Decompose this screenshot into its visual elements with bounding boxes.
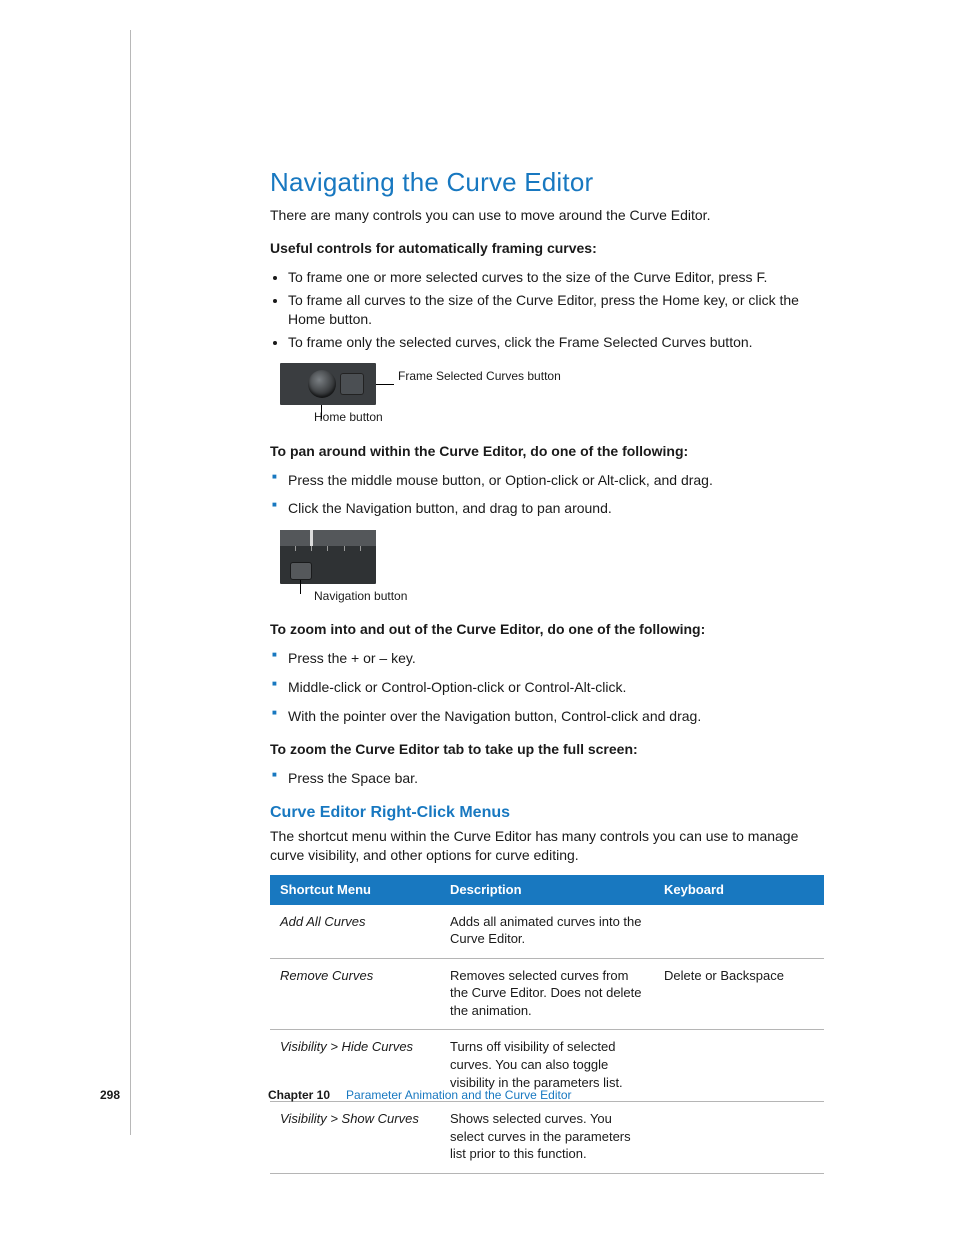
table-row: Visibility > Show Curves Shows selected …: [270, 1102, 824, 1174]
figure2-caption-below: Navigation button: [314, 588, 824, 604]
figure-frame-buttons: Frame Selected Curves button: [280, 363, 824, 405]
fullscreen-item: Press the Space bar.: [270, 769, 824, 788]
th-shortcut: Shortcut Menu: [270, 875, 440, 905]
useful-controls-heading: Useful controls for automatically framin…: [270, 239, 824, 258]
page-footer: 298 Chapter 10 Parameter Animation and t…: [100, 1087, 824, 1103]
useful-item: To frame only the selected curves, click…: [288, 333, 824, 352]
figure-navigation-button: [280, 530, 824, 584]
useful-item: To frame all curves to the size of the C…: [288, 291, 824, 329]
figure-caption-right: Frame Selected Curves button: [398, 363, 561, 383]
fullscreen-heading: To zoom the Curve Editor tab to take up …: [270, 740, 824, 759]
table-row: Add All Curves Adds all animated curves …: [270, 905, 824, 959]
zoom-heading: To zoom into and out of the Curve Editor…: [270, 620, 824, 639]
page-title: Navigating the Curve Editor: [270, 165, 824, 200]
pan-item: Click the Navigation button, and drag to…: [270, 499, 824, 518]
home-button-icon: [308, 370, 336, 398]
table-row: Remove Curves Removes selected curves fr…: [270, 958, 824, 1030]
pan-item: Press the middle mouse button, or Option…: [270, 471, 824, 490]
zoom-item: Press the + or – key.: [270, 649, 824, 668]
th-description: Description: [440, 875, 654, 905]
subsection-heading: Curve Editor Right-Click Menus: [270, 802, 824, 824]
useful-item: To frame one or more selected curves to …: [288, 268, 824, 287]
intro-paragraph: There are many controls you can use to m…: [270, 206, 824, 225]
chapter-title: Parameter Animation and the Curve Editor: [346, 1087, 571, 1103]
th-keyboard: Keyboard: [654, 875, 824, 905]
frame-selected-curves-icon: [340, 373, 364, 395]
pan-heading: To pan around within the Curve Editor, d…: [270, 442, 824, 461]
zoom-item: With the pointer over the Navigation but…: [270, 707, 824, 726]
zoom-item: Middle-click or Control-Option-click or …: [270, 678, 824, 697]
subsection-paragraph: The shortcut menu within the Curve Edito…: [270, 827, 824, 865]
figure-caption-below: Home button: [314, 409, 824, 425]
shortcut-menu-table: Shortcut Menu Description Keyboard Add A…: [270, 875, 824, 1174]
chapter-label: Chapter 10: [268, 1087, 330, 1103]
navigation-button-icon: [290, 562, 312, 580]
page-number: 298: [100, 1087, 268, 1103]
left-rule: [130, 30, 131, 1135]
